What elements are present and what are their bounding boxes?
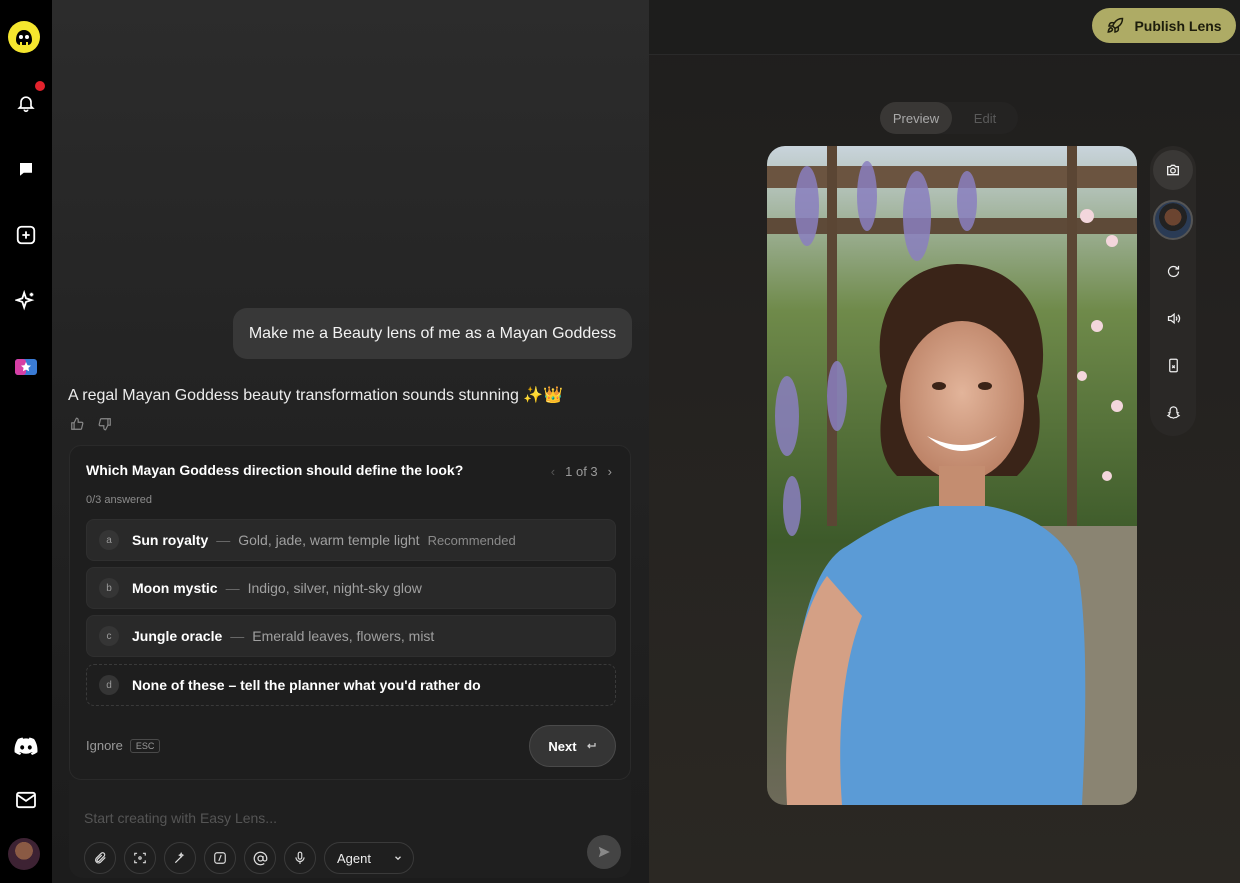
question-card: Which Mayan Goddess direction should def… [69,445,631,780]
composer: Start creating with Easy Lens... Agent [69,780,631,878]
send-button[interactable] [587,835,621,869]
camera-icon[interactable] [1153,150,1193,190]
option-key: b [99,578,119,598]
volume-icon[interactable] [1153,298,1193,338]
preview-panel: Publish Lens Preview Edit [649,0,1240,883]
composer-input[interactable]: Start creating with Easy Lens... [84,810,277,826]
user-message-text: Make me a Beauty lens of me as a Mayan G… [248,324,617,342]
option-title: Jungle oracle [132,628,223,644]
option-title: None of these – tell the planner what yo… [132,677,481,693]
next-button[interactable]: Next [529,725,616,767]
option-desc: Indigo, silver, night-sky glow [247,580,422,596]
add-project-icon[interactable] [8,217,44,253]
mail-icon[interactable] [8,782,44,818]
notification-dot [35,81,45,91]
app-logo[interactable] [8,21,40,53]
option-separator: — [216,532,231,548]
user-avatar[interactable] [8,838,40,870]
sparkles-icon[interactable] [8,283,44,319]
return-icon [586,743,596,749]
option-separator: — [225,580,240,596]
discord-icon[interactable] [8,728,44,764]
rocket-icon [1107,17,1124,33]
option-jungle-oracle[interactable]: c Jungle oracle — Emerald leaves, flower… [86,615,616,657]
mention-icon[interactable] [244,842,276,874]
pager-text: 1 of 3 [565,464,598,479]
next-label: Next [548,738,577,754]
face-scan-icon[interactable] [124,842,156,874]
chevron-down-icon [395,856,401,861]
device-preview-icon[interactable] [1153,345,1193,385]
option-key: a [99,530,119,550]
option-title: Moon mystic [132,580,218,596]
question-title: Which Mayan Goddess direction should def… [86,462,464,478]
option-key: d [99,675,119,695]
option-desc: Emerald leaves, flowers, mist [252,628,435,644]
preview-controls [1150,146,1196,436]
ignore-button[interactable]: Ignore ESC [86,738,161,753]
chat-icon[interactable] [8,151,44,187]
question-pager: ‹ 1 of 3 › [551,464,612,479]
esc-key-badge: ESC [129,738,161,753]
thumbs-up-icon[interactable] [70,417,86,433]
tab-edit[interactable]: Edit [952,102,1018,134]
send-icon [598,846,610,858]
answered-count: 0/3 answered [86,494,153,506]
refresh-icon[interactable] [1153,251,1193,291]
option-none-of-these[interactable]: d None of these – tell the planner what … [86,664,616,706]
lens-preview-image [767,146,1137,805]
attach-icon[interactable] [84,842,116,874]
option-separator: — [230,628,245,644]
user-message: Make me a Beauty lens of me as a Mayan G… [233,308,632,359]
face-model-avatar[interactable] [1153,200,1193,240]
option-sun-royalty[interactable]: a Sun royalty — Gold, jade, warm temple … [86,519,616,561]
option-key: c [99,626,119,646]
assistant-message: A regal Mayan Goddess beauty transformat… [68,387,564,404]
agent-mode-select[interactable]: Agent [324,842,414,874]
magic-wand-icon[interactable] [164,842,196,874]
snapchat-icon[interactable] [1153,392,1193,432]
prev-question-icon[interactable]: ‹ [551,464,555,479]
tab-preview[interactable]: Preview [880,102,952,134]
publish-lens-button[interactable]: Publish Lens [1092,8,1236,43]
featured-icon[interactable] [8,349,44,385]
left-rail [0,0,52,883]
preview-edit-toggle: Preview Edit [880,102,1018,134]
next-question-icon[interactable]: › [608,464,612,479]
slash-command-icon[interactable] [204,842,236,874]
recommended-badge: Recommended [427,532,516,548]
publish-label: Publish Lens [1134,17,1222,34]
microphone-icon[interactable] [284,842,316,874]
option-title: Sun royalty [132,532,209,548]
thumbs-down-icon[interactable] [98,417,114,433]
option-moon-mystic[interactable]: b Moon mystic — Indigo, silver, night-sk… [86,567,616,609]
agent-label: Agent [337,850,371,866]
ignore-label: Ignore [86,738,123,753]
option-desc: Gold, jade, warm temple light [238,532,420,548]
